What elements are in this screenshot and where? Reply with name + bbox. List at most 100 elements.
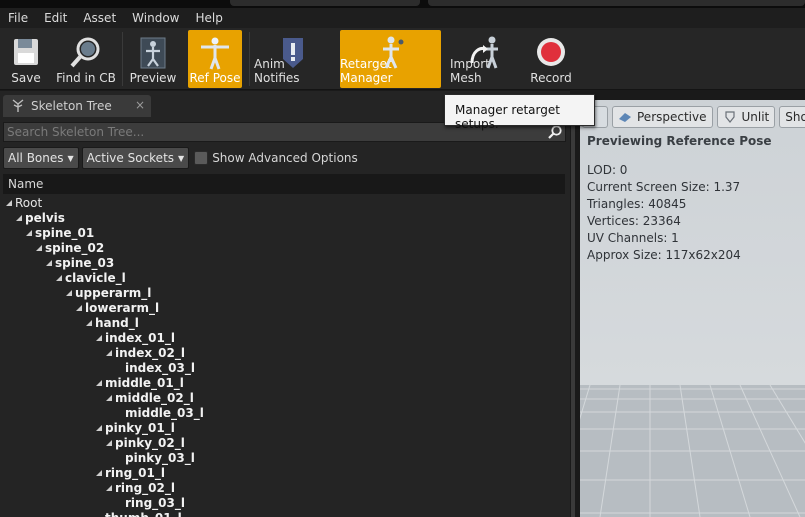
- close-icon[interactable]: ×: [135, 98, 145, 112]
- preview-viewport[interactable]: ▼ Perspective Unlit Show Previewing Refe…: [580, 100, 805, 517]
- ref-pose-button[interactable]: Ref Pose: [188, 30, 242, 88]
- menu-edit[interactable]: Edit: [36, 8, 75, 28]
- bone-label: clavicle_l: [65, 270, 126, 285]
- expand-triangle-icon[interactable]: [105, 394, 113, 402]
- tree-row[interactable]: ring_03_l: [115, 495, 185, 510]
- show-advanced-checkbox[interactable]: [194, 151, 209, 165]
- scrollbar[interactable]: [571, 120, 575, 517]
- tree-row[interactable]: ring_02_l: [105, 480, 175, 495]
- bones-filter-label: All Bones: [8, 151, 64, 165]
- expand-triangle-icon[interactable]: [95, 424, 103, 432]
- bone-label: pinky_03_l: [125, 450, 195, 465]
- tree-row[interactable]: spine_03: [45, 255, 114, 270]
- import-mesh-icon: [470, 36, 498, 69]
- retarget-manager-button[interactable]: Retarget Manager: [340, 30, 441, 88]
- viewport-stats: LOD: 0 Current Screen Size: 1.37 Triangl…: [587, 162, 741, 264]
- bone-label: lowerarm_l: [85, 300, 160, 315]
- bone-label: hand_l: [95, 315, 139, 330]
- search-icon[interactable]: [547, 124, 563, 140]
- find-in-cb-button[interactable]: Find in CB: [55, 30, 117, 88]
- save-button[interactable]: Save: [3, 30, 49, 88]
- bone-label: index_02_l: [115, 345, 185, 360]
- stat-triangles: Triangles: 40845: [587, 197, 687, 211]
- expand-triangle-icon[interactable]: [65, 289, 73, 297]
- lit-mode-dropdown[interactable]: Unlit: [716, 106, 776, 128]
- anim-notifies-button[interactable]: Anim Notifies: [254, 30, 332, 88]
- bone-label: spine_01: [35, 225, 95, 240]
- expand-triangle-icon[interactable]: [75, 304, 83, 312]
- expand-triangle-icon[interactable]: [95, 334, 103, 342]
- menu-window[interactable]: Window: [124, 8, 187, 28]
- preview-button[interactable]: Preview: [128, 30, 178, 88]
- tree-row[interactable]: middle_01_l: [95, 375, 184, 390]
- record-button[interactable]: Record: [528, 30, 574, 88]
- expand-triangle-icon[interactable]: [45, 259, 53, 267]
- expand-triangle-icon[interactable]: [95, 469, 103, 477]
- viewport-floor-grid: [580, 385, 805, 517]
- skeleton-tree-icon: [12, 99, 24, 112]
- tree-row[interactable]: pinky_03_l: [115, 450, 195, 465]
- record-label: Record: [530, 71, 572, 85]
- tree-row[interactable]: index_01_l: [95, 330, 175, 345]
- expand-triangle-icon[interactable]: [35, 244, 43, 252]
- perspective-label: Perspective: [637, 110, 707, 124]
- menu-help[interactable]: Help: [187, 8, 230, 28]
- unlit-icon: [724, 111, 735, 123]
- window-title-strip: [0, 0, 805, 8]
- bone-label: index_03_l: [125, 360, 195, 375]
- tree-row[interactable]: lowerarm_l: [75, 300, 159, 315]
- tree-row[interactable]: pelvis: [15, 210, 65, 225]
- save-label: Save: [11, 71, 41, 85]
- tree-row[interactable]: pinky_02_l: [105, 435, 185, 450]
- viewport-title: Previewing Reference Pose: [587, 134, 772, 148]
- tree-row[interactable]: ring_01_l: [95, 465, 165, 480]
- tree-row[interactable]: index_02_l: [105, 345, 185, 360]
- bone-label: pelvis: [25, 210, 65, 225]
- expand-triangle-icon[interactable]: [25, 229, 33, 237]
- expand-triangle-icon[interactable]: [55, 274, 63, 282]
- bone-label: pinky_01_l: [105, 420, 175, 435]
- retarget-manager-tooltip: Manager retarget setups.: [444, 94, 595, 131]
- tab-skeleton-tree[interactable]: Skeleton Tree ×: [3, 95, 151, 117]
- bone-label: middle_02_l: [115, 390, 194, 405]
- retarget-manager-icon: [382, 36, 403, 69]
- expand-triangle-icon[interactable]: [105, 349, 113, 357]
- tree-row[interactable]: spine_01: [25, 225, 94, 240]
- save-icon: [14, 39, 38, 65]
- bone-label: middle_01_l: [105, 375, 184, 390]
- tree-row[interactable]: pinky_01_l: [95, 420, 175, 435]
- menu-asset[interactable]: Asset: [75, 8, 124, 28]
- tree-row[interactable]: clavicle_l: [55, 270, 126, 285]
- find-in-cb-label: Find in CB: [56, 71, 116, 85]
- import-mesh-button[interactable]: Import Mesh: [450, 30, 522, 88]
- menu-file[interactable]: File: [0, 8, 36, 28]
- tree-row[interactable]: middle_03_l: [115, 405, 204, 420]
- expand-triangle-icon[interactable]: [105, 439, 113, 447]
- sockets-filter-dropdown[interactable]: Active Sockets ▼: [81, 147, 190, 169]
- tree-row[interactable]: index_03_l: [115, 360, 195, 375]
- tree-row[interactable]: thumb_01_l: [95, 510, 182, 517]
- bones-filter-dropdown[interactable]: All Bones ▼: [3, 147, 79, 169]
- tree-row[interactable]: Root: [5, 195, 42, 210]
- expand-triangle-icon[interactable]: [105, 484, 113, 492]
- menu-bar: File Edit Asset Window Help: [0, 8, 805, 28]
- tree-row[interactable]: upperarm_l: [65, 285, 151, 300]
- expand-triangle-icon[interactable]: [85, 319, 93, 327]
- bone-label: middle_03_l: [125, 405, 204, 420]
- expand-triangle-icon[interactable]: [5, 199, 13, 207]
- bone-label: index_01_l: [105, 330, 175, 345]
- viewport-toolbar: ▼ Perspective Unlit Show: [580, 106, 805, 128]
- tree-row[interactable]: spine_02: [35, 240, 104, 255]
- bone-tree: Root pelvis spine_01 spine_02 spine_03 clavic…: [3, 195, 565, 517]
- expand-triangle-icon[interactable]: [95, 379, 103, 387]
- tree-row[interactable]: hand_l: [85, 315, 139, 330]
- show-dropdown[interactable]: Show: [779, 106, 805, 128]
- tree-row[interactable]: middle_02_l: [105, 390, 194, 405]
- stat-uv-channels: UV Channels: 1: [587, 231, 679, 245]
- show-advanced-label: Show Advanced Options: [212, 151, 358, 165]
- perspective-dropdown[interactable]: Perspective: [612, 106, 713, 128]
- window-tab: [428, 0, 805, 6]
- column-header-name[interactable]: Name: [3, 174, 565, 194]
- expand-triangle-icon[interactable]: [15, 214, 23, 222]
- toolbar-separator: [249, 32, 250, 86]
